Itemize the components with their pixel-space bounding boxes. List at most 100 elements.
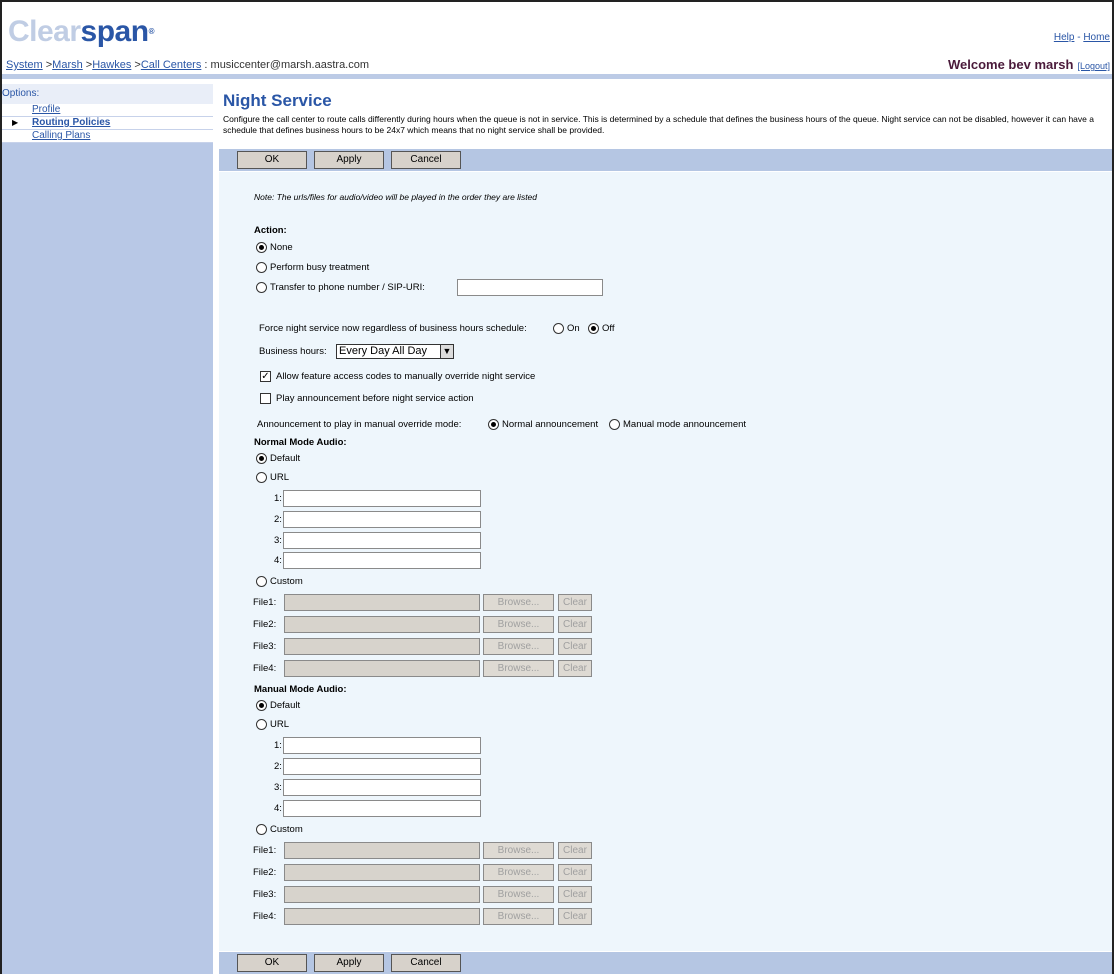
- welcome-user: Welcome bev marsh: [947, 57, 1074, 72]
- normal-clear-button-1: Clear: [558, 594, 592, 611]
- manual-default-label: Default: [270, 700, 301, 711]
- breadcrumb-marsh[interactable]: Marsh: [52, 59, 83, 71]
- manual-url-input-3[interactable]: [283, 779, 481, 796]
- normal-url-num: 4:: [274, 555, 282, 566]
- sidebar-item-calling-plans[interactable]: Calling Plans: [2, 130, 213, 143]
- transfer-number-input[interactable]: [457, 279, 603, 296]
- normal-clear-button-4: Clear: [558, 660, 592, 677]
- ok-button-bottom[interactable]: OK: [237, 954, 307, 972]
- manual-browse-button-3: Browse...: [483, 886, 554, 903]
- normal-clear-button-3: Clear: [558, 638, 592, 655]
- normal-file-input-4: [284, 660, 480, 677]
- normal-url-radio[interactable]: [256, 472, 267, 483]
- ok-button[interactable]: OK: [237, 151, 307, 169]
- business-hours-label: Business hours:: [259, 346, 327, 357]
- logo-mark: ®: [148, 27, 155, 36]
- allow-fac-label: Allow feature access codes to manually o…: [276, 371, 536, 382]
- announcement-manual-radio[interactable]: [609, 419, 620, 430]
- apply-button-bottom[interactable]: Apply: [314, 954, 384, 972]
- manual-default-radio[interactable]: [256, 700, 267, 711]
- manual-url-num: 4:: [274, 803, 282, 814]
- normal-browse-button-1: Browse...: [483, 594, 554, 611]
- manual-url-input-1[interactable]: [283, 737, 481, 754]
- sidebar-item-label[interactable]: Routing Policies: [32, 117, 110, 128]
- force-off-radio[interactable]: [588, 323, 599, 334]
- main-panel: Night Service Configure the call center …: [219, 84, 1112, 974]
- bottom-button-bar: OK Apply Cancel: [219, 952, 1112, 974]
- normal-mode-audio-label: Normal Mode Audio:: [254, 437, 347, 448]
- manual-clear-button-2: Clear: [558, 864, 592, 881]
- announcement-mode-label: Announcement to play in manual override …: [257, 419, 462, 430]
- apply-button[interactable]: Apply: [314, 151, 384, 169]
- triangle-right-icon: ▶: [12, 118, 19, 127]
- breadcrumb-sep: >: [42, 59, 53, 71]
- manual-url-input-2[interactable]: [283, 758, 481, 775]
- sidebar-item-routing-policies[interactable]: ▶ Routing Policies: [2, 117, 213, 130]
- page-description: Configure the call center to route calls…: [223, 114, 1094, 135]
- sidebar-item-profile[interactable]: Profile: [2, 104, 213, 117]
- normal-url-input-1[interactable]: [283, 490, 481, 507]
- normal-file-input-1: [284, 594, 480, 611]
- normal-url-input-3[interactable]: [283, 532, 481, 549]
- normal-clear-button-2: Clear: [558, 616, 592, 633]
- manual-file-label: File2:: [253, 867, 277, 878]
- manual-file-input-3: [284, 886, 480, 903]
- normal-url-input-2[interactable]: [283, 511, 481, 528]
- allow-fac-checkbox[interactable]: ✓: [260, 371, 271, 382]
- chevron-down-icon[interactable]: ▼: [440, 344, 454, 359]
- manual-custom-radio[interactable]: [256, 824, 267, 835]
- audio-order-note: Note: The urls/files for audio/video wil…: [254, 192, 538, 202]
- help-link[interactable]: Help: [1054, 32, 1075, 43]
- logo-text-span: span: [80, 15, 150, 48]
- breadcrumb-call-centers[interactable]: Call Centers: [141, 59, 202, 71]
- breadcrumb-system[interactable]: System: [6, 59, 43, 71]
- normal-file-label: File1:: [253, 597, 277, 608]
- announcement-normal-label: Normal announcement: [502, 419, 599, 430]
- action-transfer-radio[interactable]: [256, 282, 267, 293]
- breadcrumb: System >Marsh >Hawkes >Call Centers : mu…: [6, 59, 369, 71]
- page-title: Night Service: [223, 91, 332, 110]
- sidebar-item-label[interactable]: Calling Plans: [32, 130, 90, 141]
- business-hours-select[interactable]: Every Day All Day ▼: [336, 344, 454, 359]
- business-hours-value: Every Day All Day: [339, 345, 428, 357]
- action-busy-radio[interactable]: [256, 262, 267, 273]
- normal-url-num: 3:: [274, 535, 282, 546]
- form-content: Note: The urls/files for audio/video wil…: [219, 172, 1112, 951]
- force-on-radio[interactable]: [553, 323, 564, 334]
- manual-clear-button-1: Clear: [558, 842, 592, 859]
- header-divider: [2, 74, 1112, 79]
- normal-default-radio[interactable]: [256, 453, 267, 464]
- link-separator: -: [1074, 32, 1084, 43]
- logout-link[interactable]: [Logout]: [1077, 61, 1110, 71]
- manual-url-num: 3:: [274, 782, 282, 793]
- force-off-label: Off: [602, 323, 615, 334]
- manual-clear-button-3: Clear: [558, 886, 592, 903]
- action-none-label: None: [270, 242, 293, 253]
- breadcrumb-hawkes[interactable]: Hawkes: [92, 59, 131, 71]
- manual-file-input-2: [284, 864, 480, 881]
- announcement-manual-label: Manual mode announcement: [623, 419, 747, 430]
- normal-url-label: URL: [270, 472, 290, 483]
- announcement-normal-radio[interactable]: [488, 419, 499, 430]
- home-link[interactable]: Home: [1083, 32, 1110, 43]
- normal-url-input-4[interactable]: [283, 552, 481, 569]
- manual-custom-label: Custom: [270, 824, 303, 835]
- action-label: Action:: [254, 225, 287, 236]
- cancel-button[interactable]: Cancel: [391, 151, 461, 169]
- sidebar-item-label[interactable]: Profile: [32, 104, 60, 115]
- manual-browse-button-4: Browse...: [483, 908, 554, 925]
- cancel-button-bottom[interactable]: Cancel: [391, 954, 461, 972]
- normal-file-input-2: [284, 616, 480, 633]
- breadcrumb-tail: : musiccenter@marsh.aastra.com: [201, 59, 370, 71]
- manual-url-radio[interactable]: [256, 719, 267, 730]
- action-none-radio[interactable]: [256, 242, 267, 253]
- normal-file-label: File3:: [253, 641, 277, 652]
- normal-custom-radio[interactable]: [256, 576, 267, 587]
- normal-url-num: 1:: [274, 493, 282, 504]
- normal-browse-button-2: Browse...: [483, 616, 554, 633]
- breadcrumb-sep: >: [82, 59, 93, 71]
- manual-url-num: 1:: [274, 740, 282, 751]
- play-announcement-checkbox[interactable]: [260, 393, 271, 404]
- manual-url-input-4[interactable]: [283, 800, 481, 817]
- normal-browse-button-4: Browse...: [483, 660, 554, 677]
